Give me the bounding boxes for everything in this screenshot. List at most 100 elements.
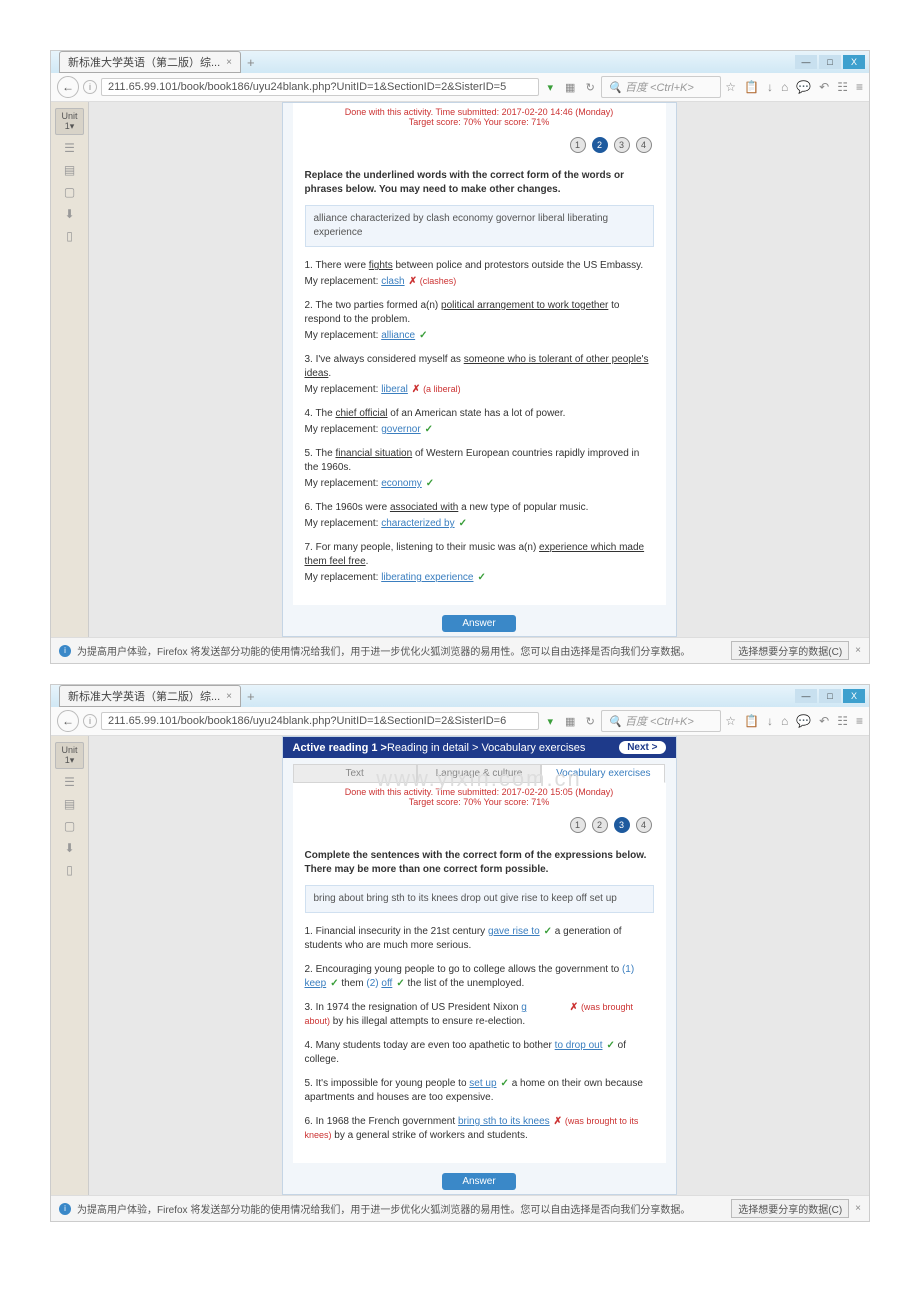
page-4[interactable]: 4 [636, 137, 652, 153]
question-item: 4. The chief official of an American sta… [305, 407, 654, 437]
new-tab-button[interactable]: + [247, 55, 255, 70]
url-input[interactable]: 211.65.99.101/book/book186/uyu24blank.ph… [101, 712, 539, 730]
bookmark-icon[interactable]: ☆ [725, 80, 736, 94]
instructions: Complete the sentences with the correct … [305, 849, 654, 877]
reload-icon[interactable]: ↻ [583, 714, 597, 728]
close-icon[interactable]: × [226, 691, 232, 702]
browser-window-1: 新标准大学英语（第二版）综... × + — □ X ← i 211.65.99… [50, 50, 870, 664]
chat-icon[interactable]: 💬 [796, 714, 811, 728]
infobar-close-icon[interactable]: × [855, 645, 861, 656]
search-input[interactable]: 🔍 百度 <Ctrl+K> [601, 710, 721, 732]
answer-input[interactable]: governor [381, 424, 420, 435]
page-icon[interactable]: ▢ [61, 183, 79, 201]
answer-input[interactable]: to drop out [555, 1040, 603, 1051]
answer-input[interactable]: off [381, 978, 392, 989]
answer-input[interactable]: set up [469, 1078, 496, 1089]
infobar-close-icon[interactable]: × [855, 1203, 861, 1214]
page-2[interactable]: 2 [592, 817, 608, 833]
unit-selector[interactable]: Unit 1▾ [55, 742, 84, 769]
book-icon[interactable]: ▤ [61, 795, 79, 813]
shield-icon[interactable]: ▾ [543, 80, 557, 94]
site-info-icon[interactable]: i [83, 80, 97, 94]
page-1[interactable]: 1 [570, 137, 586, 153]
status-line: Done with this activity. Time submitted:… [293, 783, 666, 811]
reload-icon[interactable]: ↻ [583, 80, 597, 94]
download-side-icon[interactable]: ⬇ [61, 205, 79, 223]
download-icon[interactable]: ↓ [767, 80, 773, 94]
search-input[interactable]: 🔍 百度 <Ctrl+K> [601, 76, 721, 98]
info-bar: i 为提高用户体验，Firefox 将发送部分功能的使用情况给我们，用于进一步优… [51, 1195, 869, 1221]
page-2[interactable]: 2 [592, 137, 608, 153]
chat-icon[interactable]: 💬 [796, 80, 811, 94]
question-item: 7. For many people, listening to their m… [305, 541, 654, 585]
page-icon[interactable]: ▢ [61, 817, 79, 835]
question-3: 3. In 1974 the resignation of US Preside… [305, 1001, 654, 1029]
maximize-button[interactable]: □ [819, 55, 841, 69]
page-3[interactable]: 3 [614, 817, 630, 833]
answer-input[interactable]: economy [381, 478, 422, 489]
window-close-button[interactable]: X [843, 55, 865, 69]
back-button[interactable]: ← [57, 76, 79, 98]
grid-icon[interactable]: ▦ [563, 714, 577, 728]
back-button[interactable]: ← [57, 710, 79, 732]
titlebar: 新标准大学英语（第二版）综... × + — □ X [51, 685, 869, 707]
check-icon: ✓ [544, 926, 552, 937]
answer-input[interactable]: liberating experience [381, 572, 473, 583]
home-icon[interactable]: ⌂ [781, 714, 788, 728]
menu-icon[interactable]: ≡ [856, 714, 863, 728]
browser-tab[interactable]: 新标准大学英语（第二版）综... × [59, 51, 241, 73]
tab-text[interactable]: Text [293, 764, 417, 783]
word-box: alliance characterized by clash economy … [305, 205, 654, 247]
share-button[interactable]: 选择想要分享的数据(C) [731, 641, 849, 660]
answer-button[interactable]: Answer [442, 1173, 515, 1190]
bookmark-icon[interactable]: ☆ [725, 714, 736, 728]
file-icon[interactable]: ▯ [61, 861, 79, 879]
shield-icon[interactable]: ▾ [543, 714, 557, 728]
file-icon[interactable]: ▯ [61, 227, 79, 245]
next-button[interactable]: Next > [619, 741, 665, 754]
sync-icon[interactable]: ☷ [837, 80, 848, 94]
answer-input[interactable]: keep [305, 978, 327, 989]
close-icon[interactable]: × [226, 57, 232, 68]
page-3[interactable]: 3 [614, 137, 630, 153]
browser-tab[interactable]: 新标准大学英语（第二版）综... × [59, 685, 241, 707]
download-side-icon[interactable]: ⬇ [61, 839, 79, 857]
answer-input[interactable]: bring sth to its knees [458, 1116, 550, 1127]
question-1: 1. Financial insecurity in the 21st cent… [305, 925, 654, 953]
answer-input[interactable]: alliance [381, 330, 415, 341]
home-icon[interactable]: ⌂ [781, 80, 788, 94]
download-icon[interactable]: ↓ [767, 714, 773, 728]
check-icon: ✓ [419, 330, 427, 341]
tab-vocabulary[interactable]: Vocabulary exercises [541, 764, 665, 783]
titlebar: 新标准大学英语（第二版）综... × + — □ X [51, 51, 869, 73]
page-1[interactable]: 1 [570, 817, 586, 833]
tab-language[interactable]: Language & culture [417, 764, 541, 783]
menu-icon[interactable]: ≡ [856, 80, 863, 94]
answer-input[interactable]: liberal [381, 384, 408, 395]
window-close-button[interactable]: X [843, 689, 865, 703]
undo-icon[interactable]: ↶ [819, 714, 829, 728]
undo-icon[interactable]: ↶ [819, 80, 829, 94]
list-icon[interactable]: ☰ [61, 773, 79, 791]
url-input[interactable]: 211.65.99.101/book/book186/uyu24blank.ph… [101, 78, 539, 96]
answer-input[interactable]: gave rise to [488, 926, 540, 937]
cross-icon: ✗ [409, 276, 417, 287]
minimize-button[interactable]: — [795, 55, 817, 69]
minimize-button[interactable]: — [795, 689, 817, 703]
answer-input[interactable]: clash [381, 276, 404, 287]
clipboard-icon[interactable]: 📋 [744, 714, 759, 728]
answer-input[interactable]: characterized by [381, 518, 454, 529]
maximize-button[interactable]: □ [819, 689, 841, 703]
grid-icon[interactable]: ▦ [563, 80, 577, 94]
new-tab-button[interactable]: + [247, 689, 255, 704]
answer-button[interactable]: Answer [442, 615, 515, 632]
sync-icon[interactable]: ☷ [837, 714, 848, 728]
share-button[interactable]: 选择想要分享的数据(C) [731, 1199, 849, 1218]
list-icon[interactable]: ☰ [61, 139, 79, 157]
page-4[interactable]: 4 [636, 817, 652, 833]
clipboard-icon[interactable]: 📋 [744, 80, 759, 94]
answer-input[interactable]: g [521, 1002, 527, 1013]
unit-selector[interactable]: Unit 1▾ [55, 108, 84, 135]
book-icon[interactable]: ▤ [61, 161, 79, 179]
site-info-icon[interactable]: i [83, 714, 97, 728]
